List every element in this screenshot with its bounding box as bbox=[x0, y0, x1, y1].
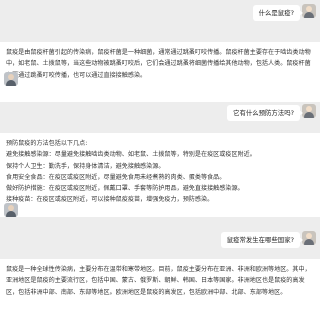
bot-message: 鼠疫是由鼠疫杆菌引起的传染病，鼠疫杆菌是一种细菌，通常通过跳蚤叮咬传播。鼠疫杆菌… bbox=[0, 42, 320, 102]
bot-avatar bbox=[4, 203, 18, 217]
bot-message-text: 鼠疫是由鼠疫杆菌引起的传染病，鼠疫杆菌是一种细菌，通常通过跳蚤叮咬传播。鼠疫杆菌… bbox=[6, 49, 311, 79]
user-message-text: 它有什么预防方法吗? bbox=[233, 109, 294, 117]
bot-message-line: 接种疫苗：在疫区或疫区附近，可以接种鼠疫疫苗，增强免疫力，预防感染。 bbox=[6, 196, 214, 204]
user-message-text: 什么是鼠疫? bbox=[258, 9, 294, 17]
user-avatar bbox=[302, 231, 316, 245]
bot-message-line: 食用安全食品：在疫区或疫区附近，尽量避免食用未经煮熟的肉类、蛋类等食品。 bbox=[6, 173, 226, 181]
user-message: 它有什么预防方法吗? bbox=[227, 105, 303, 121]
bot-message: 预防鼠疫的方法包括以下几点: 避免接触感染源：尽量避免接触啮齿类动物、如老鼠、土… bbox=[0, 133, 320, 217]
bot-message-line: 保持个人卫生：勤洗手，保持身体清洁，避免接触感染源。 bbox=[6, 162, 165, 170]
user-message: 什么是鼠疫? bbox=[252, 5, 304, 21]
user-message: 鼠疫常发生在哪些国家? bbox=[220, 232, 304, 248]
bot-message-line: 预防鼠疫的方法包括以下几点: bbox=[6, 140, 88, 147]
user-message-text: 鼠疫常发生在哪些国家? bbox=[226, 236, 294, 244]
bot-message-line: 避免接触感染源：尽量避免接触啮齿类动物、如老鼠、土拨鼠等，特别是在疫区或疫区附近… bbox=[6, 151, 256, 159]
user-avatar bbox=[302, 104, 316, 118]
bot-message-line: 做好防护措施：在疫区或疫区附近，佩戴口罩、手套等防护用品，避免直接接触感染源。 bbox=[6, 185, 244, 193]
bot-message: 鼠疫是一种全球性传染病，主要分布在温带和寒带地区。目前，鼠疫主要分布在亚洲、非洲… bbox=[0, 259, 320, 312]
bot-avatar bbox=[4, 72, 18, 86]
user-avatar bbox=[302, 4, 316, 18]
bot-message-text: 鼠疫是一种全球性传染病，主要分布在温带和寒带地区。目前，鼠疫主要分布在亚洲、非洲… bbox=[6, 266, 311, 296]
